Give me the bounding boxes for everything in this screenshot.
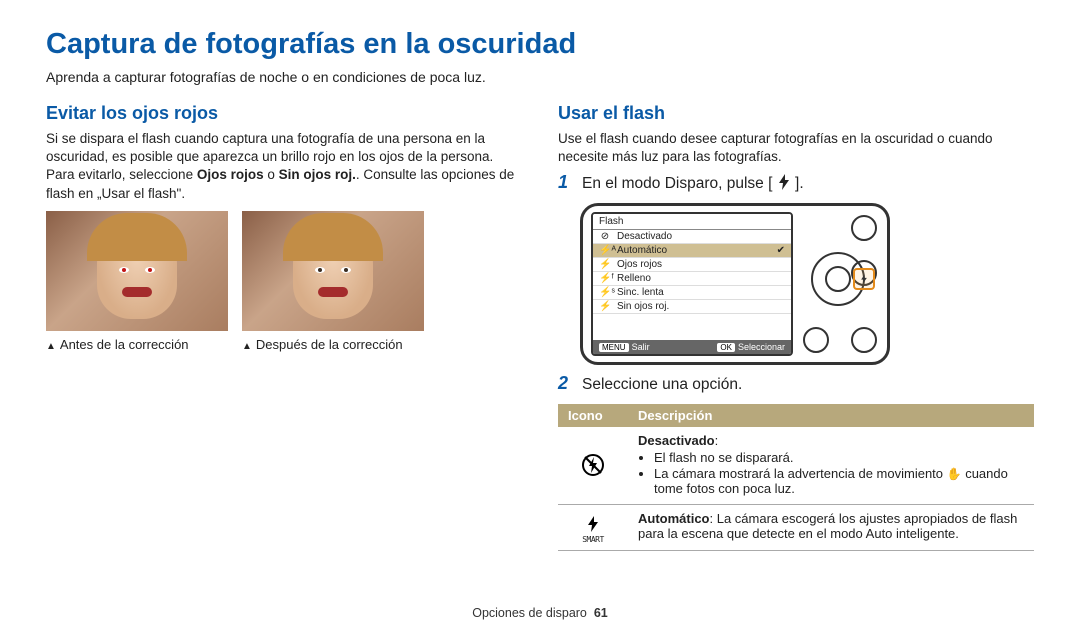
photo-before: Antes de la corrección xyxy=(46,211,228,352)
row1-bullet-2: La cámara mostrará la advertencia de mov… xyxy=(654,466,1024,496)
step-2: 2 Seleccione una opción. xyxy=(558,373,1034,394)
step-1-number: 1 xyxy=(558,172,572,193)
row1-title: Desactivado xyxy=(638,433,715,448)
lcd-row-ojos-rojos: ⚡ Ojos rojos xyxy=(593,258,791,272)
lcd-row-sin-ojos-roj: ⚡ Sin ojos roj. xyxy=(593,300,791,314)
row1-b2-a: La cámara mostrará la advertencia de mov… xyxy=(654,466,947,481)
footer-page-number: 61 xyxy=(594,606,608,620)
lcd-label-4: Sinc. lenta xyxy=(617,287,664,298)
row2-title: Automático xyxy=(638,511,710,526)
flash-slow-icon: ⚡ˢ xyxy=(599,287,611,298)
column-right: Usar el flash Use el flash cuando desee … xyxy=(558,103,1034,551)
step-1: 1 En el modo Disparo, pulse [ ]. xyxy=(558,172,1034,193)
lcd-row-automatico: ⚡ᴬ Automático ✔ xyxy=(593,244,791,258)
desc-cell-automatico: Automático: La cámara escogerá los ajust… xyxy=(628,505,1034,551)
desc-cell-desactivado: Desactivado: El flash no se disparará. L… xyxy=(628,427,1034,505)
comparison-photos: Antes de la corrección Después de la cor… xyxy=(46,211,522,352)
lcd-menu-title: Flash xyxy=(593,214,791,230)
flash-redeye-icon: ⚡ xyxy=(599,259,611,270)
table-row: SMART Automático: La cámara escogerá los… xyxy=(558,505,1034,551)
column-left: Evitar los ojos rojos Si se dispara el f… xyxy=(46,103,522,551)
lcd-label-0: Desactivado xyxy=(617,231,672,242)
two-column-layout: Evitar los ojos rojos Si se dispara el f… xyxy=(46,103,1034,551)
check-icon: ✔ xyxy=(777,245,785,256)
lcd-label-1: Automático xyxy=(617,245,667,256)
camera-button-bottom-left xyxy=(803,327,829,353)
photo-after: Después de la corrección xyxy=(242,211,424,352)
camera-controls xyxy=(801,212,879,356)
footer-section-name: Opciones de disparo xyxy=(472,606,587,620)
th-descripcion: Descripción xyxy=(628,404,1034,427)
lcd-footer-left: MENUSalir xyxy=(599,342,650,352)
table-row: Desactivado: El flash no se disparará. L… xyxy=(558,427,1034,505)
heading-use-flash: Usar el flash xyxy=(558,103,1034,124)
lcd-row-relleno: ⚡ᶠ Relleno xyxy=(593,272,791,286)
lcd-footer-left-label: Salir xyxy=(632,342,650,352)
lcd-label-3: Relleno xyxy=(617,273,651,284)
table-header-row: Icono Descripción xyxy=(558,404,1034,427)
flash-off-icon: ⊘ xyxy=(599,231,611,242)
page-title: Captura de fotografías en la oscuridad xyxy=(46,28,1034,61)
step-1-text: En el modo Disparo, pulse [ ]. xyxy=(582,174,804,193)
ok-button-tag: OK xyxy=(717,343,735,352)
camera-dpad-right-highlight xyxy=(853,268,875,290)
camera-button-top-right xyxy=(851,215,877,241)
step-1-text-a: En el modo Disparo, pulse [ xyxy=(582,175,772,192)
lcd-label-2: Ojos rojos xyxy=(617,259,662,270)
icon-cell-desactivado xyxy=(558,427,628,505)
camera-lcd: Flash ⊘ Desactivado ⚡ᴬ Automático ✔ ⚡ Ojos r… xyxy=(591,212,793,356)
option-ojos-rojos: Ojos rojos xyxy=(197,167,264,182)
flash-icon xyxy=(777,174,791,190)
step-2-text: Seleccione una opción. xyxy=(582,376,742,394)
flash-fill-icon: ⚡ᶠ xyxy=(599,273,611,284)
th-icono: Icono xyxy=(558,404,628,427)
lcd-footer: MENUSalir OKSeleccionar xyxy=(593,340,791,354)
flash-off-large-icon xyxy=(581,453,605,480)
flash-smart-icon xyxy=(583,516,603,535)
camera-back-illustration: Flash ⊘ Desactivado ⚡ᴬ Automático ✔ ⚡ Ojos r… xyxy=(580,203,890,365)
camera-button-bottom-right xyxy=(851,327,877,353)
step-1-text-b: ]. xyxy=(795,175,804,192)
flash-icon xyxy=(860,274,868,284)
option-sin-ojos-roj: Sin ojos roj. xyxy=(279,167,356,182)
lcd-footer-right-label: Seleccionar xyxy=(738,342,785,352)
row1-bullet-list: El flash no se disparará. La cámara most… xyxy=(654,450,1024,496)
flash-options-table: Icono Descripción Desactivado: El flash … xyxy=(558,404,1034,551)
lcd-row-desactivado: ⊘ Desactivado xyxy=(593,230,791,244)
red-eye-paragraph: Si se dispara el flash cuando captura un… xyxy=(46,130,522,203)
manual-page: Captura de fotografías en la oscuridad A… xyxy=(0,0,1080,630)
menu-button-tag: MENU xyxy=(599,343,629,352)
flash-auto-icon: ⚡ᴬ xyxy=(599,245,611,256)
photo-before-image xyxy=(46,211,228,331)
step-2-number: 2 xyxy=(558,373,572,394)
flash-noredeye-icon: ⚡ xyxy=(599,301,611,312)
lcd-row-sinc-lenta: ⚡ˢ Sinc. lenta xyxy=(593,286,791,300)
lcd-footer-right: OKSeleccionar xyxy=(717,342,785,352)
camera-dpad-center xyxy=(825,266,851,292)
use-flash-paragraph: Use el flash cuando desee capturar fotog… xyxy=(558,130,1034,166)
smart-label: SMART xyxy=(568,535,618,544)
icon-cell-automatico: SMART xyxy=(558,505,628,551)
page-footer: Opciones de disparo 61 xyxy=(0,606,1080,620)
lcd-label-5: Sin ojos roj. xyxy=(617,301,669,312)
heading-red-eye: Evitar los ojos rojos xyxy=(46,103,522,124)
row1-colon: : xyxy=(715,433,719,448)
caption-after: Después de la corrección xyxy=(242,337,424,352)
caption-before: Antes de la corrección xyxy=(46,337,228,352)
page-intro: Aprenda a capturar fotografías de noche … xyxy=(46,69,1034,85)
red-eye-text-c: o xyxy=(264,167,279,182)
photo-after-image xyxy=(242,211,424,331)
row1-bullet-1: El flash no se disparará. xyxy=(654,450,1024,465)
hand-shake-icon xyxy=(947,466,962,481)
